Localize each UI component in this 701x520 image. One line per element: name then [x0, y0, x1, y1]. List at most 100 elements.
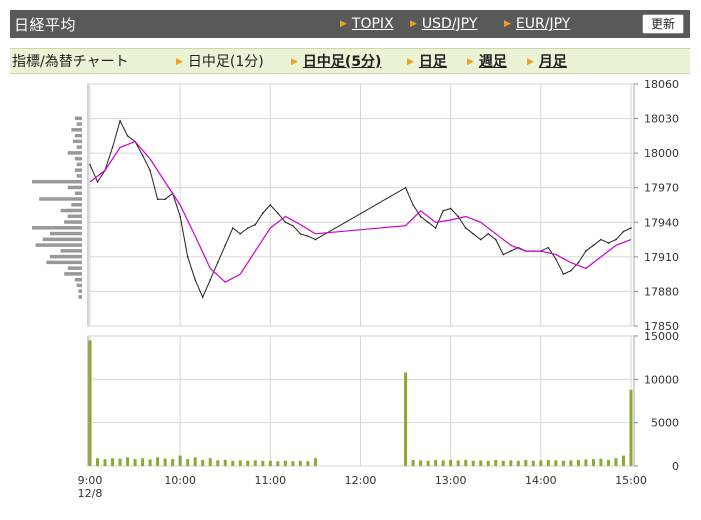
volume-bar	[471, 460, 475, 466]
profile-bar	[74, 156, 82, 161]
volume-bar	[298, 460, 302, 466]
profile-bar	[49, 254, 82, 259]
volume-bar	[494, 459, 498, 466]
price-point	[96, 181, 99, 183]
price-point	[216, 261, 219, 264]
profile-bar	[60, 208, 82, 213]
profile-bar	[67, 214, 82, 219]
volume-profile	[32, 116, 82, 299]
price-point	[615, 238, 617, 241]
price-point	[262, 212, 264, 214]
price-point	[89, 163, 91, 166]
volume-bar	[201, 459, 205, 466]
price-point	[585, 250, 587, 252]
volume-bar	[261, 460, 265, 466]
price-tick-label: 18060	[644, 78, 679, 91]
volume-bar	[118, 458, 122, 466]
volume-bar	[133, 459, 137, 466]
volume-bar	[456, 460, 460, 466]
profile-bar	[71, 203, 82, 207]
volume-tick-label: 5000	[651, 417, 679, 430]
volume-bar	[111, 458, 115, 466]
volume-tick-label: 15000	[644, 330, 679, 343]
price-point	[126, 135, 129, 137]
volume-bar	[554, 460, 558, 466]
x-date-label: 12/8	[78, 487, 103, 500]
profile-bar	[67, 266, 82, 270]
price-point	[224, 244, 227, 247]
profile-bar	[74, 168, 82, 172]
price-tick-label: 18000	[644, 147, 679, 160]
volume-bar	[501, 460, 505, 466]
profile-bar	[35, 243, 82, 247]
price-point	[186, 256, 189, 258]
price-point	[464, 227, 467, 229]
price-point	[141, 154, 144, 157]
volume-bar	[246, 460, 250, 466]
price-point	[509, 250, 512, 252]
volume-bar	[621, 455, 625, 466]
volume-bar	[569, 460, 573, 466]
price-point	[209, 279, 212, 281]
x-tick-label: 13:00	[435, 474, 467, 487]
price-point	[277, 212, 279, 214]
profile-bar	[71, 128, 82, 132]
price-point	[562, 273, 565, 275]
profile-bar	[74, 277, 82, 282]
profile-bar	[78, 289, 82, 293]
price-point	[472, 233, 475, 235]
price-point	[434, 227, 437, 229]
volume-bar	[193, 457, 197, 466]
profile-bar	[73, 139, 82, 144]
volume-bar	[163, 458, 167, 466]
price-point	[119, 120, 121, 122]
volume-bar	[103, 459, 107, 466]
volume-bar	[629, 389, 633, 466]
price-point	[630, 227, 632, 229]
volume-bar	[614, 458, 618, 466]
price-point	[164, 198, 166, 201]
volume-bar	[238, 460, 242, 466]
price-point	[299, 233, 302, 235]
volume-bar	[531, 460, 535, 466]
price-point	[284, 221, 287, 224]
x-tick-label: 10:00	[164, 474, 196, 487]
price-point	[307, 235, 309, 237]
volume-bar	[441, 460, 445, 466]
profile-bar	[49, 231, 82, 236]
price-tick-label: 17880	[644, 285, 679, 298]
price-point	[179, 215, 181, 218]
price-point	[555, 258, 557, 260]
price-point	[487, 233, 490, 235]
volume-bar	[561, 460, 565, 466]
x-tick-label: 9:00	[78, 474, 103, 487]
price-point	[457, 215, 459, 218]
profile-bar	[76, 174, 82, 178]
price-point	[479, 238, 482, 241]
price-point	[149, 169, 151, 172]
price-point	[412, 204, 414, 206]
volume-bar	[171, 459, 175, 466]
x-tick-label: 12:00	[345, 474, 377, 487]
volume-bar	[231, 460, 235, 466]
price-point	[622, 230, 625, 233]
volume-tick-label: 10000	[644, 373, 679, 386]
price-tick-label: 17970	[644, 182, 679, 195]
volume-bar	[223, 459, 227, 466]
price-point	[442, 209, 444, 212]
price-point	[201, 296, 204, 298]
profile-bar	[64, 272, 82, 276]
profile-bar	[76, 283, 82, 288]
volume-bar	[419, 460, 423, 466]
volume-bar	[486, 460, 490, 466]
price-tick-label: 18030	[644, 113, 679, 126]
price-point	[600, 238, 602, 241]
profile-bar	[60, 249, 82, 253]
volume-bar	[253, 460, 257, 466]
volume-bar	[186, 459, 190, 466]
profile-bar	[64, 220, 82, 224]
volume-bar	[283, 460, 287, 466]
price-tick-label: 17940	[644, 216, 679, 229]
volume-bar	[88, 340, 92, 466]
profile-bar	[74, 133, 82, 138]
